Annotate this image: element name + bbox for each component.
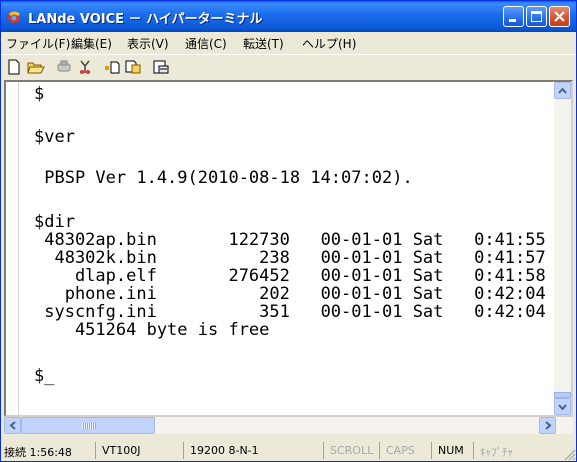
- status-capture: ｷｬﾌﾟﾁｬ: [473, 442, 533, 459]
- terminal-screen[interactable]: $ $ver PBSP Ver 1.4.9(2010-08-18 14:07:0…: [20, 82, 550, 415]
- hyperterminal-window: LANde VOICE － ハイパーターミナル ファイル(F) 編集(E) 表示…: [0, 0, 577, 462]
- receive-icon[interactable]: [123, 57, 143, 77]
- scroll-grip: [82, 423, 96, 429]
- hyperterminal-phone-icon[interactable]: [6, 8, 23, 25]
- connect-icon[interactable]: [54, 57, 74, 77]
- terminal-line: $_: [34, 366, 55, 386]
- terminal-line: syscnfg.ini 351 00-01-01 Sat 0:42:04: [34, 302, 546, 322]
- terminal-line: PBSP Ver 1.4.9(2010-08-18 14:07:02).: [34, 168, 413, 188]
- terminal-line: 451264 byte is free: [34, 320, 270, 340]
- scroll-down-button[interactable]: [554, 398, 571, 415]
- status-scroll: SCROLL: [323, 442, 379, 459]
- close-icon: [554, 11, 565, 22]
- terminal-line: $: [34, 84, 45, 104]
- status-port-settings: 19200 8-N-1: [183, 442, 299, 459]
- terminal-line: $dir: [34, 212, 75, 232]
- resize-grip-icon[interactable]: [562, 447, 576, 461]
- terminal-line: phone.ini 202 00-01-01 Sat 0:42:04: [34, 284, 546, 304]
- terminal-line: dlap.elf 276452 00-01-01 Sat 0:41:58: [34, 266, 546, 286]
- scroll-right-button[interactable]: [539, 417, 556, 434]
- status-emulation: VT100J: [95, 442, 183, 459]
- chevron-down-icon: [558, 404, 567, 411]
- horizontal-scrollbar[interactable]: [4, 417, 573, 434]
- menu-transfer[interactable]: 転送(T): [243, 35, 284, 52]
- maximize-icon: [531, 11, 542, 22]
- menu-communication[interactable]: 通信(C): [185, 35, 227, 52]
- disconnect-icon[interactable]: [75, 57, 95, 77]
- close-button[interactable]: [549, 6, 570, 27]
- terminal-line: 48302ap.bin 122730 00-01-01 Sat 0:41:55: [34, 230, 546, 250]
- new-icon[interactable]: [4, 57, 24, 77]
- minimize-icon: [509, 19, 516, 22]
- minimize-button[interactable]: [503, 6, 524, 27]
- menu-help[interactable]: ヘルプ(H): [302, 35, 356, 52]
- status-connection-time: 接続 1:56:48: [4, 446, 72, 459]
- status-num: NUM: [431, 442, 473, 459]
- menu-bar: ファイル(F) 編集(E) 表示(V) 通信(C) 転送(T) ヘルプ(H): [1, 32, 576, 53]
- window-title: LANde VOICE － ハイパーターミナル: [28, 12, 263, 27]
- chevron-right-icon: [545, 421, 552, 430]
- vertical-scrollbar[interactable]: [554, 82, 571, 415]
- horizontal-scroll-thumb[interactable]: [21, 417, 155, 434]
- open-icon[interactable]: [26, 57, 46, 77]
- chevron-left-icon: [9, 421, 16, 430]
- status-caps: CAPS: [379, 442, 431, 459]
- terminal-line: $ver: [34, 127, 75, 147]
- menu-view[interactable]: 表示(V): [127, 35, 169, 52]
- properties-icon[interactable]: [151, 57, 171, 77]
- terminal-frame: $ $ver PBSP Ver 1.4.9(2010-08-18 14:07:0…: [4, 80, 573, 417]
- toolbar: [1, 54, 576, 79]
- status-bar: 接続 1:56:48 VT100J 19200 8-N-1 SCROLL CAP…: [1, 438, 576, 461]
- title-bar[interactable]: LANde VOICE － ハイパーターミナル: [1, 1, 576, 32]
- terminal-margin: [6, 82, 19, 415]
- scroll-up-button[interactable]: [554, 82, 571, 99]
- send-icon[interactable]: [103, 57, 123, 77]
- maximize-button[interactable]: [526, 6, 547, 27]
- menu-file[interactable]: ファイル(F): [6, 35, 70, 52]
- scroll-left-button[interactable]: [4, 417, 21, 434]
- chevron-up-icon: [558, 87, 567, 94]
- menu-edit[interactable]: 編集(E): [71, 35, 112, 52]
- terminal-line: 48302k.bin 238 00-01-01 Sat 0:41:57: [34, 248, 546, 268]
